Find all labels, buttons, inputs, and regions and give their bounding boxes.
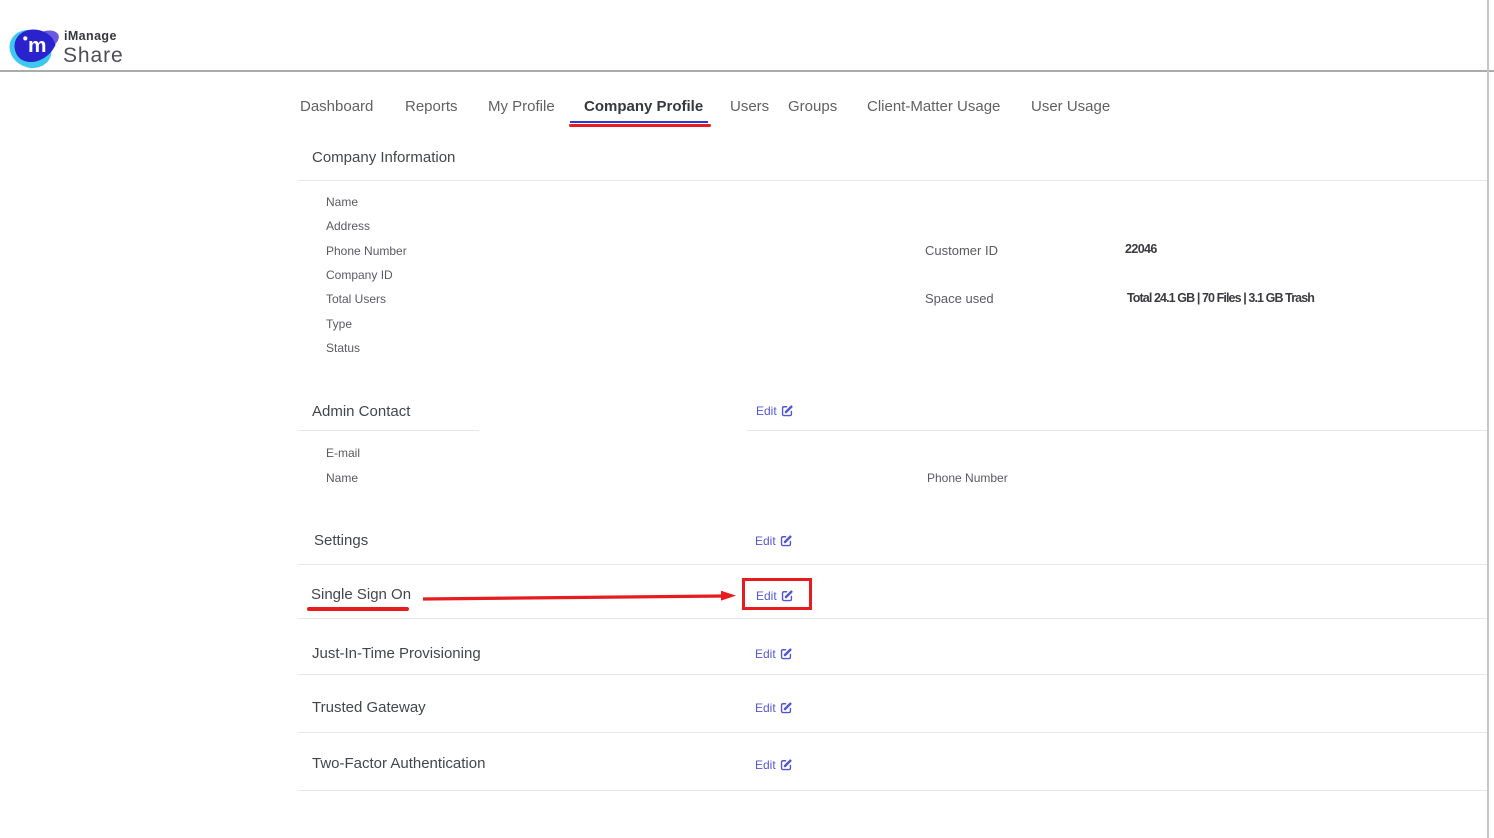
svg-text:m: m — [28, 35, 47, 57]
